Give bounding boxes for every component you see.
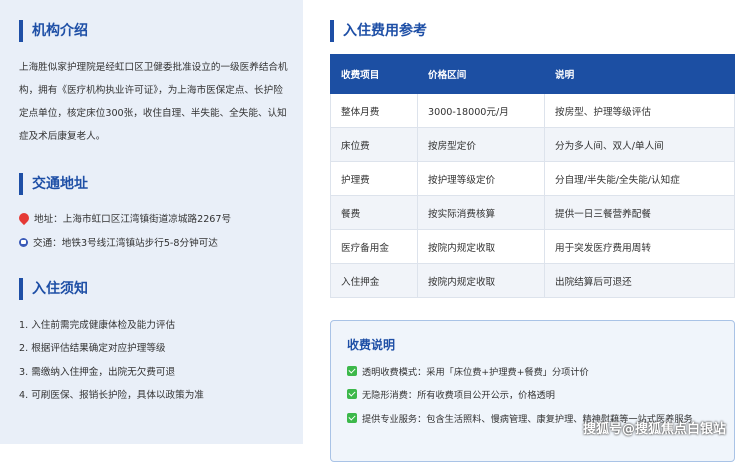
- fee-desc-cell: 出院结算后可退还: [544, 263, 735, 298]
- watermark: 搜狐号@搜狐焦点白银站: [582, 422, 726, 437]
- check-icon: [347, 413, 357, 423]
- fee-table: 收费项目 价格区间 说明 整体月费 3000-18000元/月 按房型、护理等级…: [330, 54, 735, 298]
- fee-notes-box: 收费说明 透明收费模式：采用「床位费+护理费+餐费」分项计价 无隐形消费：所有收…: [330, 320, 735, 462]
- table-row: 餐费 按实际消费核算 提供一日三餐营养配餐: [330, 195, 735, 230]
- fee-price-cell: 按实际消费核算: [417, 195, 545, 230]
- traffic-title: 交通地址: [19, 173, 88, 195]
- table-header-row: 收费项目 价格区间 说明: [330, 54, 735, 94]
- admission-title: 入住须知: [19, 278, 88, 300]
- admission-item: 3. 需缴纳入住押金，出院无欠费可退: [19, 367, 176, 378]
- intro-title: 机构介绍: [19, 20, 88, 42]
- fee-desc-cell: 按房型、护理等级评估: [544, 93, 735, 128]
- admission-item: 4. 可刷医保、报销长护险，具体以政策为准: [19, 390, 204, 401]
- fee-desc-cell: 提供一日三餐营养配餐: [544, 195, 735, 230]
- fee-item-cell: 入住押金: [330, 263, 418, 298]
- transport-line: 交通：地铁3号线江湾镇站步行5-8分钟可达: [19, 235, 218, 249]
- fee-item-cell: 餐费: [330, 195, 418, 230]
- column-header: 收费项目: [330, 54, 418, 94]
- fee-desc-cell: 用于突发医疗费用周转: [544, 229, 735, 264]
- admission-item: 2. 根据评估结果确定对应护理等级: [19, 343, 166, 354]
- fee-price-cell: 按房型定价: [417, 127, 545, 162]
- note-item: 透明收费模式：采用「床位费+护理费+餐费」分项计价: [347, 364, 725, 382]
- admission-item: 1. 入住前需完成健康体检及能力评估: [19, 320, 176, 331]
- table-row: 护理费 按护理等级定价 分自理/半失能/全失能/认知症: [330, 161, 735, 196]
- fee-item-cell: 床位费: [330, 127, 418, 162]
- table-row: 床位费 按房型定价 分为多人间、双人/单人间: [330, 127, 735, 162]
- fees-title: 入住费用参考: [330, 20, 427, 42]
- fee-desc-cell: 分为多人间、双人/单人间: [544, 127, 735, 162]
- fee-item-cell: 护理费: [330, 161, 418, 196]
- note-text: 无隐形消费：所有收费项目公开公示，价格透明: [362, 390, 555, 401]
- table-row: 入住押金 按院内规定收取 出院结算后可退还: [330, 263, 735, 298]
- fee-item-cell: 整体月费: [330, 93, 418, 128]
- address-text: 地址：上海市虹口区江湾镇街道凉城路2267号: [34, 214, 232, 225]
- check-icon: [347, 366, 357, 376]
- column-header: 说明: [544, 54, 735, 94]
- check-icon: [347, 389, 357, 399]
- metro-icon: [19, 238, 28, 247]
- address-line: 地址：上海市虹口区江湾镇街道凉城路2267号: [16, 210, 232, 226]
- fee-price-cell: 按院内规定收取: [417, 263, 545, 298]
- fee-desc-cell: 分自理/半失能/全失能/认知症: [544, 161, 735, 196]
- transport-text: 交通：地铁3号线江湾镇站步行5-8分钟可达: [33, 238, 218, 249]
- intro-text: 上海胜似家护理院是经虹口区卫健委批准设立的一级医养结合机构，拥有《医疗机构执业许…: [19, 62, 288, 142]
- column-header: 价格区间: [417, 54, 545, 94]
- notes-title: 收费说明: [347, 338, 396, 352]
- table-row: 医疗备用金 按院内规定收取 用于突发医疗费用周转: [330, 229, 735, 264]
- info-sidebar: 机构介绍 上海胜似家护理院是经虹口区卫健委批准设立的一级医养结合机构，拥有《医疗…: [0, 0, 303, 444]
- fee-item-cell: 医疗备用金: [330, 229, 418, 264]
- fee-price-cell: 3000-18000元/月: [417, 93, 545, 128]
- fee-price-cell: 按护理等级定价: [417, 161, 545, 196]
- note-text: 透明收费模式：采用「床位费+护理费+餐费」分项计价: [362, 367, 589, 378]
- location-pin-icon: [16, 210, 32, 226]
- fee-price-cell: 按院内规定收取: [417, 229, 545, 264]
- note-item: 无隐形消费：所有收费项目公开公示，价格透明: [347, 387, 725, 405]
- table-row: 整体月费 3000-18000元/月 按房型、护理等级评估: [330, 93, 735, 128]
